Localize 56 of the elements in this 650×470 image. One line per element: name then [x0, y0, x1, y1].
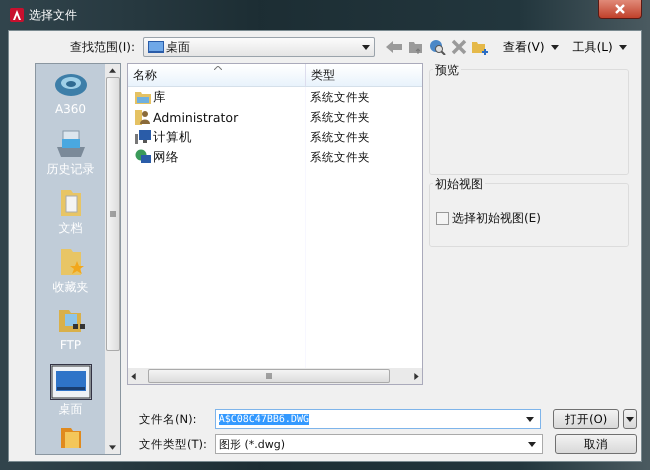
checkbox[interactable] — [436, 212, 449, 225]
network-icon — [135, 149, 151, 165]
scrollbar-thumb[interactable] — [148, 369, 390, 383]
caret-icon — [528, 442, 536, 446]
caret-icon — [626, 416, 634, 422]
computer-icon — [135, 129, 151, 145]
search-icon[interactable] — [429, 39, 447, 55]
close-button[interactable] — [598, 0, 642, 19]
file-type: 系统文件夹 — [309, 130, 370, 144]
caret-icon — [526, 416, 534, 422]
file-type: 系统文件夹 — [309, 150, 370, 164]
group-title: 初始视图 — [433, 176, 485, 193]
caret-icon — [362, 44, 370, 50]
group-title: 预览 — [433, 62, 461, 79]
window-title: 选择文件 — [29, 6, 77, 24]
scroll-right-icon[interactable] — [414, 372, 419, 380]
open-button[interactable]: 打开(O) — [553, 409, 620, 429]
caret-icon[interactable] — [550, 44, 559, 50]
file-name-label: 文件名(N): — [139, 412, 198, 426]
cancel-button[interactable]: 取消 — [555, 434, 637, 454]
grip-icon — [266, 373, 272, 379]
checkbox-label[interactable]: 选择初始视图(E) — [452, 210, 541, 227]
horizontal-scrollbar[interactable] — [128, 368, 422, 384]
column-header[interactable]: 名称 — [128, 64, 306, 86]
vertical-scrollbar[interactable] — [105, 64, 120, 454]
open-options-button[interactable] — [623, 409, 637, 429]
scroll-left-icon[interactable] — [131, 372, 136, 380]
view-menu[interactable]: 查看(V) — [501, 38, 547, 56]
app-logo-icon — [10, 8, 24, 22]
caret-icon[interactable] — [618, 44, 627, 50]
file-name[interactable]: 库 — [153, 88, 166, 106]
scrollbar-thumb[interactable] — [106, 77, 120, 351]
file-type-label: 文件类型(T): — [139, 436, 208, 452]
monitor-icon — [148, 41, 164, 53]
file-type: 系统文件夹 — [309, 90, 370, 104]
close-icon — [615, 4, 625, 14]
folder-up-icon[interactable] — [407, 39, 425, 55]
file-name[interactable]: Administrator — [153, 110, 238, 124]
scroll-up-icon[interactable] — [109, 68, 116, 73]
look-in-dropdown[interactable]: 桌面 — [143, 37, 375, 57]
new-folder-icon[interactable] — [471, 39, 489, 55]
file-type-dropdown[interactable]: 图形 (*.dwg) — [215, 434, 543, 454]
folder-icon — [135, 90, 151, 104]
look-in-value: 桌面 — [166, 38, 190, 56]
user-folder-icon — [135, 109, 151, 125]
file-name[interactable]: 网络 — [153, 148, 179, 166]
file-name[interactable]: 计算机 — [153, 128, 192, 146]
file-type: 系统文件夹 — [309, 110, 370, 124]
look-in-label: 查找范围(I): — [69, 38, 136, 56]
delete-icon[interactable] — [451, 39, 467, 55]
tools-menu[interactable]: 工具(L) — [570, 38, 615, 56]
column-header[interactable]: 类型 — [306, 64, 335, 86]
desktop-icon — [50, 365, 90, 399]
grip-icon — [110, 211, 116, 217]
scroll-down-icon[interactable] — [109, 445, 116, 450]
back-arrow-icon[interactable] — [385, 39, 403, 55]
